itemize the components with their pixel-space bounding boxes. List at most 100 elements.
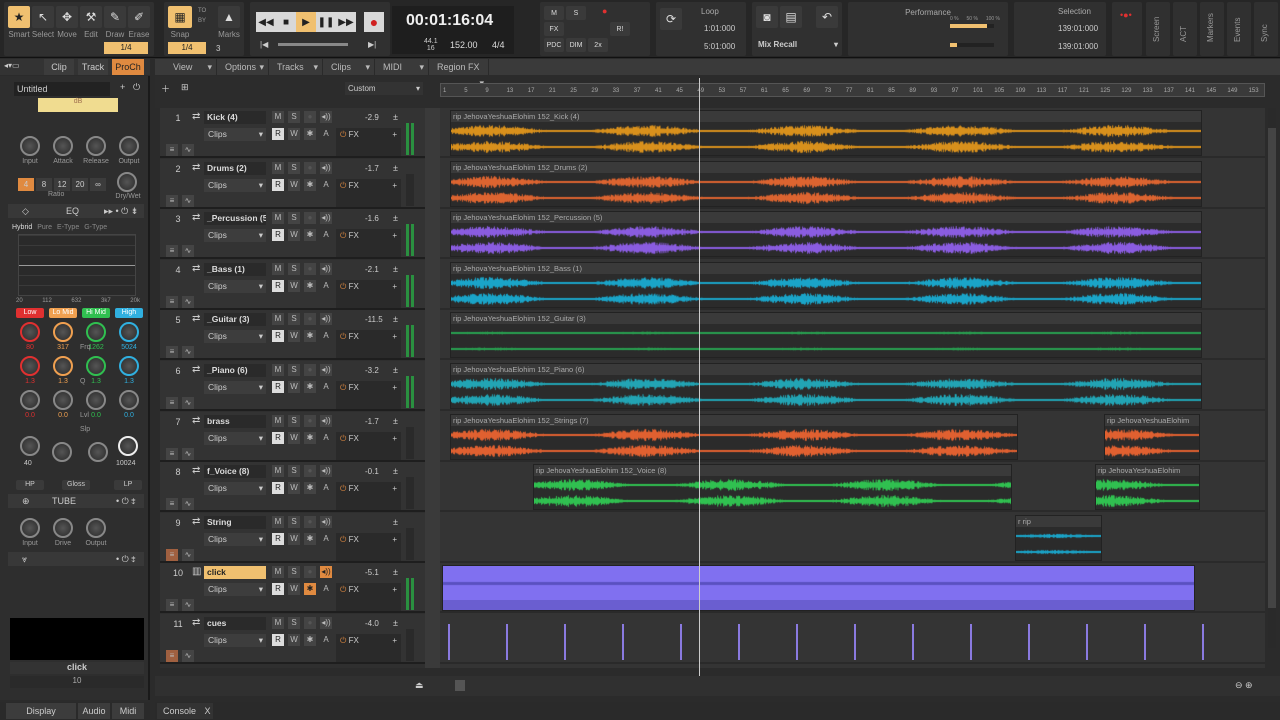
snap-grid-icon[interactable]: ▦	[168, 6, 192, 28]
write-automation-button[interactable]: W	[288, 431, 300, 444]
comp-knob-release[interactable]	[86, 136, 106, 156]
track-volume[interactable]: -2.1	[365, 265, 379, 274]
tube-knob-input[interactable]	[20, 518, 40, 538]
add-track-icon[interactable]: ＋	[161, 82, 170, 95]
freeze-icon[interactable]: ✱	[304, 634, 316, 646]
read-automation-button[interactable]: R	[272, 330, 284, 343]
lp-button[interactable]: LP	[114, 480, 142, 490]
track-name[interactable]: click	[204, 566, 266, 580]
lp-knob[interactable]	[118, 436, 138, 456]
track-header[interactable]: 3 ⇄ _Percussion (5) Clips ▾ M S ● ◂)) R W ✱ A -1.6 ± ⏻ …	[160, 209, 425, 260]
loop-start[interactable]: 1:01:000	[704, 24, 735, 33]
track-name[interactable]: String	[204, 515, 266, 529]
track-name[interactable]: _Bass (1)	[204, 262, 266, 276]
track-header[interactable]: 6 ⇄ _Piano (6) Clips ▾ M S ● ◂)) R W ✱ A -3.2 ± ⏻ FX + ≡ ∿	[160, 361, 425, 411]
add-fx-icon[interactable]: +	[392, 484, 397, 493]
write-automation-button[interactable]: W	[288, 128, 300, 140]
snap-by-label[interactable]: BY	[198, 18, 206, 24]
record-arm-button[interactable]: ●	[304, 111, 316, 123]
solo-button[interactable]: S	[288, 111, 300, 123]
clips-dropdown[interactable]: Clips ▾	[204, 583, 266, 597]
marks-icon[interactable]: ▲	[218, 6, 240, 28]
record-arm-button[interactable]: ●	[304, 313, 316, 326]
mix-button-r-excl[interactable]: R!	[610, 22, 630, 36]
audio-clip[interactable]: rip JehovaYeshuaElohim 152_Kick (4)	[450, 110, 1202, 156]
archive-button[interactable]: A	[320, 533, 332, 545]
track-header[interactable]: 4 ⇄ _Bass (1) Clips ▾ M S ● ◂)) R W ✱ A -2.1 ± ⏻ FX + ≡ ∿	[160, 259, 425, 310]
fx-power-icon[interactable]: ⏻	[340, 231, 349, 240]
fx-power-icon[interactable]: ⏻	[340, 181, 349, 190]
menu-midi[interactable]: MIDI ▾	[375, 59, 429, 75]
volume-arrows-icon[interactable]: ±	[393, 264, 398, 274]
edit-icon[interactable]: ⚒	[80, 6, 102, 28]
input-echo-button[interactable]: ◂))	[320, 313, 332, 326]
go-to-end-icon[interactable]: ▶|	[368, 40, 376, 49]
comp-knob-attack[interactable]	[53, 136, 73, 156]
track-layers-icon[interactable]: ≡	[166, 599, 178, 612]
track-settings-icon[interactable]: ⇄	[192, 313, 200, 324]
read-automation-button[interactable]: R	[272, 229, 284, 242]
volume-arrows-icon[interactable]: ±	[393, 567, 398, 577]
track-header[interactable]: 8 ⇄ f_Voice (8) Clips ▾ M S ● ◂)) R W ✱ A -0.1 ± ⏻ FX + ≡…	[160, 462, 425, 513]
eq-q-knob[interactable]	[53, 356, 73, 376]
side-tab-act[interactable]: ACT	[1173, 2, 1197, 56]
inspector-options-icon[interactable]: ◂▾▭	[4, 61, 20, 70]
close-icon[interactable]: X	[205, 706, 211, 716]
clips-dropdown[interactable]: Clips ▾	[204, 330, 266, 344]
side-tab-events[interactable]: Events	[1227, 2, 1251, 56]
loop-toggle-icon[interactable]: ⟳	[660, 8, 682, 30]
fx-power-icon[interactable]: ⏻	[340, 434, 349, 443]
fx-power-icon[interactable]: ⏻	[340, 130, 349, 139]
fx-bin[interactable]: ⏻ FX +	[336, 330, 401, 359]
cursor-icon[interactable]: ↖	[32, 6, 54, 28]
clips-dropdown[interactable]: Clips ▾	[204, 431, 266, 445]
add-fx-icon[interactable]: +	[392, 332, 397, 341]
eject-icon[interactable]: ⏏	[415, 680, 424, 691]
record-arm-button[interactable]: ●	[304, 212, 316, 225]
mute-button[interactable]: M	[272, 262, 284, 275]
clips-dropdown[interactable]: Clips ▾	[204, 482, 266, 496]
track-settings-icon[interactable]: ⇄	[192, 617, 200, 628]
solo-button[interactable]: S	[288, 313, 300, 326]
move-icon[interactable]: ✥	[56, 6, 78, 28]
add-fx-icon[interactable]: +	[392, 130, 397, 139]
add-fx-icon[interactable]: +	[392, 231, 397, 240]
archive-button[interactable]: A	[320, 229, 332, 241]
read-automation-button[interactable]: R	[272, 532, 284, 545]
ratio-button[interactable]: ∞	[90, 178, 106, 191]
vertical-scroll-thumb[interactable]	[1268, 128, 1276, 608]
volume-arrows-icon[interactable]: ±	[393, 213, 398, 223]
track-layers-icon[interactable]: ≡	[166, 346, 178, 359]
track-lane[interactable]: rip JehovaYeshuaElohim 152_Strings (7) ri…	[440, 412, 1265, 462]
side-tab-screen[interactable]: Screen	[1146, 2, 1170, 56]
mute-button[interactable]: M	[272, 364, 284, 376]
audio-clip[interactable]: rip JehovaYeshuaElohim 152_Strings (7)	[450, 413, 1018, 460]
fx-bin[interactable]: ⏻ FX +	[336, 482, 401, 511]
cue-marker[interactable]	[912, 624, 914, 660]
now-time-cursor[interactable]	[699, 78, 700, 678]
archive-button[interactable]: A	[320, 381, 332, 393]
timeline-ruler[interactable]: 1 5 9 13 17 21 25 29 33 37 41 45 49 53 57 61 65 69 73 77 81 8…	[440, 83, 1265, 97]
track-name[interactable]: _Percussion (5)	[204, 212, 266, 226]
write-automation-button[interactable]: W	[288, 634, 300, 646]
gloss-button[interactable]: Gloss	[62, 480, 90, 490]
mix-button-fx[interactable]: FX	[544, 22, 564, 36]
zoom-icons[interactable]: ⊖ ⊕	[1235, 680, 1253, 691]
track-splitter[interactable]	[425, 108, 440, 668]
automation-icon[interactable]: ∿	[182, 194, 194, 207]
freeze-icon[interactable]: ✱	[304, 229, 316, 242]
write-automation-button[interactable]: W	[288, 381, 300, 393]
write-automation-button[interactable]: W	[288, 178, 300, 191]
hp-button[interactable]: HP	[16, 480, 44, 490]
tab-midi[interactable]: Midi	[112, 703, 144, 719]
ratio-button[interactable]: 8	[36, 178, 52, 191]
input-echo-button[interactable]: ◂))	[320, 161, 332, 174]
custom-preset-dropdown[interactable]: Custom ▾	[345, 82, 423, 95]
now-time[interactable]: 00:01:16:04	[406, 12, 493, 30]
clips-dropdown[interactable]: Clips ▾	[204, 128, 266, 141]
input-echo-button[interactable]: ◂))	[320, 465, 332, 478]
eq-band-lo-mid[interactable]: Lo Mid	[49, 308, 77, 318]
audio-clip[interactable]: rip JehovaYeshuaElohim 152_Bass (1)	[450, 261, 1202, 308]
input-echo-button[interactable]: ◂))	[320, 617, 332, 629]
tool-snap-value[interactable]: 1/4	[104, 42, 148, 54]
